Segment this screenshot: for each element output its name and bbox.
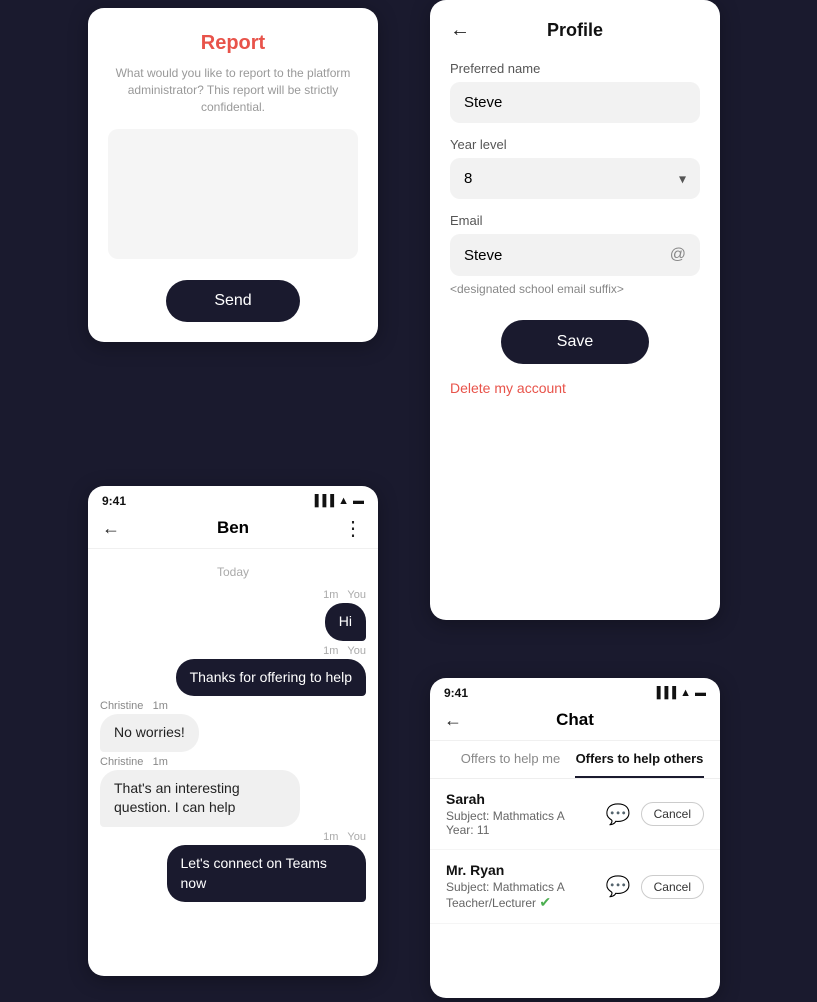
cancel-mryan-button[interactable]: Cancel [641, 875, 704, 899]
offer-info-sarah: Sarah Subject: Mathmatics A Year: 11 [446, 791, 596, 837]
tab-offers-to-help-me[interactable]: Offers to help me [446, 741, 575, 778]
signal-icon: ▐▐▐ [653, 687, 676, 699]
status-bar: 9:41 ▐▐▐ ▲ ▬ [88, 486, 378, 512]
offers-chat-title: Chat [556, 710, 594, 730]
chat-date-divider: Today [100, 565, 366, 579]
chat-messages: Today 1m You Hi 1m You Thanks for offeri… [88, 549, 378, 912]
message-row: 1m You Hi [100, 589, 366, 641]
chat-offers-card: 9:41 ▐▐▐ ▲ ▬ ← Chat Offers to help me Of… [430, 678, 720, 998]
wifi-icon: ▲ [680, 687, 691, 699]
offer-info-mryan: Mr. Ryan Subject: Mathmatics A Teacher/L… [446, 862, 596, 911]
cancel-sarah-button[interactable]: Cancel [641, 802, 704, 826]
chat-ben-card: 9:41 ▐▐▐ ▲ ▬ ← Ben ⋮ Today 1m You Hi 1m … [88, 486, 378, 976]
message-row: Christine 1m No worries! [100, 700, 366, 752]
report-card: Report What would you like to report to … [88, 8, 378, 342]
offers-chat-nav: ← Chat [430, 704, 720, 741]
message-row: 1m You Thanks for offering to help [100, 645, 366, 697]
report-send-button[interactable]: Send [166, 280, 299, 322]
at-icon: @ [670, 246, 686, 264]
year-level-wrapper: 8 9 10 11 12 ▾ [450, 158, 700, 199]
offers-status-time: 9:41 [444, 686, 468, 700]
message-sender: Christine 1m [100, 756, 366, 768]
signal-icon: ▐▐▐ [311, 495, 334, 507]
profile-back-button[interactable]: ← [450, 19, 470, 42]
email-input[interactable] [464, 247, 670, 264]
message-bubble: That's an interesting question. I can he… [100, 770, 300, 827]
message-bubble: Hi [325, 603, 366, 641]
email-suffix: <designated school email suffix> [450, 282, 700, 296]
profile-header: ← Profile [450, 20, 700, 41]
email-label: Email [450, 213, 700, 228]
year-level-label: Year level [450, 137, 700, 152]
message-meta: 1m You [100, 831, 366, 843]
profile-save-button[interactable]: Save [501, 320, 649, 364]
chat-nav: ← Ben ⋮ [88, 512, 378, 549]
report-subtitle: What would you like to report to the pla… [108, 65, 358, 115]
offer-subject-mryan: Subject: Mathmatics A [446, 880, 596, 894]
offers-tabs: Offers to help me Offers to help others [430, 741, 720, 779]
offer-name-mryan: Mr. Ryan [446, 862, 596, 878]
offers-back-button[interactable]: ← [444, 710, 462, 731]
report-textarea[interactable] [108, 129, 358, 259]
status-time: 9:41 [102, 494, 126, 508]
wifi-icon: ▲ [338, 495, 349, 507]
email-row: @ [450, 234, 700, 276]
chat-bubble-icon[interactable]: 💬 [606, 802, 631, 827]
preferred-name-label: Preferred name [450, 61, 700, 76]
message-meta: 1m You [100, 589, 366, 601]
report-title: Report [108, 32, 358, 55]
chat-nav-title: Ben [217, 518, 249, 538]
message-row: Christine 1m That's an interesting quest… [100, 756, 366, 827]
offer-item-mryan: Mr. Ryan Subject: Mathmatics A Teacher/L… [430, 850, 720, 924]
chat-back-button[interactable]: ← [102, 518, 120, 539]
offer-item-sarah: Sarah Subject: Mathmatics A Year: 11 💬 C… [430, 779, 720, 850]
profile-card: ← Profile Preferred name Year level 8 9 … [430, 0, 720, 620]
battery-icon: ▬ [695, 687, 706, 699]
message-bubble: Let's connect on Teams now [167, 845, 367, 902]
offer-year-mryan: Teacher/Lecturer ✔ [446, 894, 596, 911]
message-bubble: Thanks for offering to help [176, 659, 366, 697]
tab-offers-to-help-others[interactable]: Offers to help others [575, 741, 704, 778]
battery-icon: ▬ [353, 495, 364, 507]
verified-icon: ✔ [539, 894, 551, 910]
offers-status-bar: 9:41 ▐▐▐ ▲ ▬ [430, 678, 720, 704]
message-bubble: No worries! [100, 714, 199, 752]
message-meta: 1m You [100, 645, 366, 657]
offer-subject-sarah: Subject: Mathmatics A [446, 809, 596, 823]
preferred-name-input[interactable] [450, 82, 700, 123]
offer-name-sarah: Sarah [446, 791, 596, 807]
message-sender: Christine 1m [100, 700, 366, 712]
chat-more-button[interactable]: ⋮ [343, 516, 364, 541]
message-row: 1m You Let's connect on Teams now [100, 831, 366, 902]
profile-title: Profile [547, 20, 603, 41]
delete-account-button[interactable]: Delete my account [450, 380, 566, 396]
status-icons: ▐▐▐ ▲ ▬ [311, 495, 364, 507]
year-level-select[interactable]: 8 9 10 11 12 [450, 158, 700, 199]
chat-bubble-icon[interactable]: 💬 [606, 874, 631, 899]
offers-status-icons: ▐▐▐ ▲ ▬ [653, 687, 706, 699]
offer-year-sarah: Year: 11 [446, 823, 596, 837]
